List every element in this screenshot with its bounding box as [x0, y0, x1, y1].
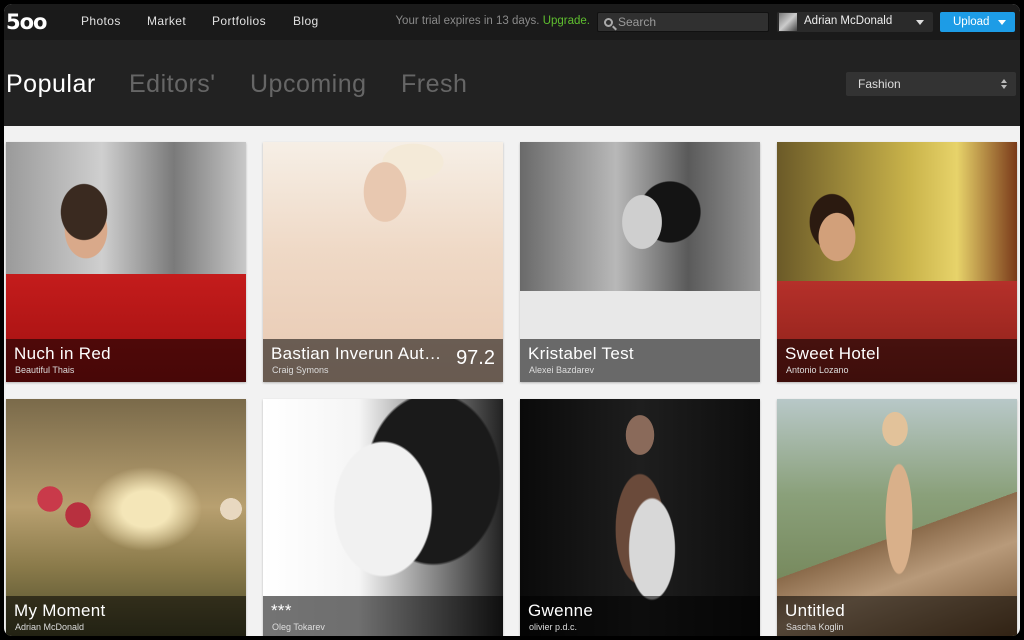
trial-notice: Your trial expires in 13 days. Upgrade. [395, 15, 590, 27]
nav-portfolios[interactable]: Portfolios [212, 14, 266, 28]
photo-tile[interactable]: Bastian Inverun Autumn/Winter Craig Symo… [263, 142, 503, 382]
trial-text: Your trial expires in 13 days. [395, 15, 540, 27]
tab-popular[interactable]: Popular [6, 70, 96, 99]
search-icon [604, 18, 613, 27]
category-value: Fashion [858, 77, 901, 91]
photo-title[interactable]: Nuch in Red [14, 344, 111, 364]
photo-author[interactable]: olivier p.d.c. [529, 622, 577, 632]
site-logo[interactable]: 5oo [6, 10, 52, 34]
search-input[interactable] [618, 14, 763, 30]
category-select[interactable]: Fashion [846, 72, 1016, 96]
upload-label: Upload [953, 16, 990, 28]
chevron-down-icon [916, 20, 924, 25]
upload-button[interactable]: Upload [940, 12, 1015, 32]
photo-author[interactable]: Adrian McDonald [15, 622, 84, 632]
photo-author[interactable]: Beautiful Thais [15, 365, 74, 375]
tab-upcoming[interactable]: Upcoming [250, 70, 367, 99]
top-navbar: 5oo Photos Market Portfolios Blog Your t… [4, 4, 1020, 40]
search-box[interactable] [597, 12, 769, 32]
photo-caption: Kristabel Test Alexei Bazdarev [520, 339, 760, 382]
photo-tile[interactable]: Nuch in Red Beautiful Thais [6, 142, 246, 382]
photo-title[interactable]: *** [271, 601, 292, 621]
photo-tile[interactable]: Gwenne olivier p.d.c. [520, 399, 760, 636]
app-frame: 5oo Photos Market Portfolios Blog Your t… [4, 4, 1020, 636]
photo-title[interactable]: Bastian Inverun Autumn/Winter [271, 344, 446, 364]
photo-tile[interactable]: Kristabel Test Alexei Bazdarev [520, 142, 760, 382]
chevron-down-icon [998, 20, 1006, 25]
photo-title[interactable]: Untitled [785, 601, 845, 621]
user-menu[interactable]: Adrian McDonald [777, 12, 933, 32]
avatar [779, 13, 797, 31]
photo-caption: Gwenne olivier p.d.c. [520, 596, 760, 636]
upgrade-link[interactable]: Upgrade. [543, 15, 590, 27]
photo-caption: Nuch in Red Beautiful Thais [6, 339, 246, 382]
photo-tile[interactable]: *** Oleg Tokarev [263, 399, 503, 636]
photo-title[interactable]: Gwenne [528, 601, 593, 621]
photo-author[interactable]: Antonio Lozano [786, 365, 849, 375]
photo-tile[interactable]: Sweet Hotel Antonio Lozano [777, 142, 1017, 382]
photo-caption: *** Oleg Tokarev [263, 596, 503, 636]
photo-score: 97.2 [456, 347, 495, 369]
photo-caption: Untitled Sascha Koglin [777, 596, 1017, 636]
photo-caption: Bastian Inverun Autumn/Winter Craig Symo… [263, 339, 503, 382]
photo-caption: Sweet Hotel Antonio Lozano [777, 339, 1017, 382]
photo-author[interactable]: Craig Symons [272, 365, 329, 375]
nav-market[interactable]: Market [147, 14, 186, 28]
photo-author[interactable]: Oleg Tokarev [272, 622, 325, 632]
photo-tile[interactable]: Untitled Sascha Koglin [777, 399, 1017, 636]
section-header: Popular Editors' Upcoming Fresh Fashion [4, 40, 1020, 126]
photo-title[interactable]: Sweet Hotel [785, 344, 880, 364]
nav-blog[interactable]: Blog [293, 14, 319, 28]
photo-title[interactable]: My Moment [14, 601, 106, 621]
photo-author[interactable]: Sascha Koglin [786, 622, 844, 632]
photo-tile[interactable]: My Moment Adrian McDonald [6, 399, 246, 636]
select-arrows-icon [1000, 78, 1008, 90]
tab-fresh[interactable]: Fresh [401, 70, 467, 99]
photo-author[interactable]: Alexei Bazdarev [529, 365, 594, 375]
tab-editors[interactable]: Editors' [129, 70, 216, 99]
photo-caption: My Moment Adrian McDonald [6, 596, 246, 636]
photo-title[interactable]: Kristabel Test [528, 344, 634, 364]
nav-photos[interactable]: Photos [81, 14, 121, 28]
user-name: Adrian McDonald [804, 15, 893, 27]
